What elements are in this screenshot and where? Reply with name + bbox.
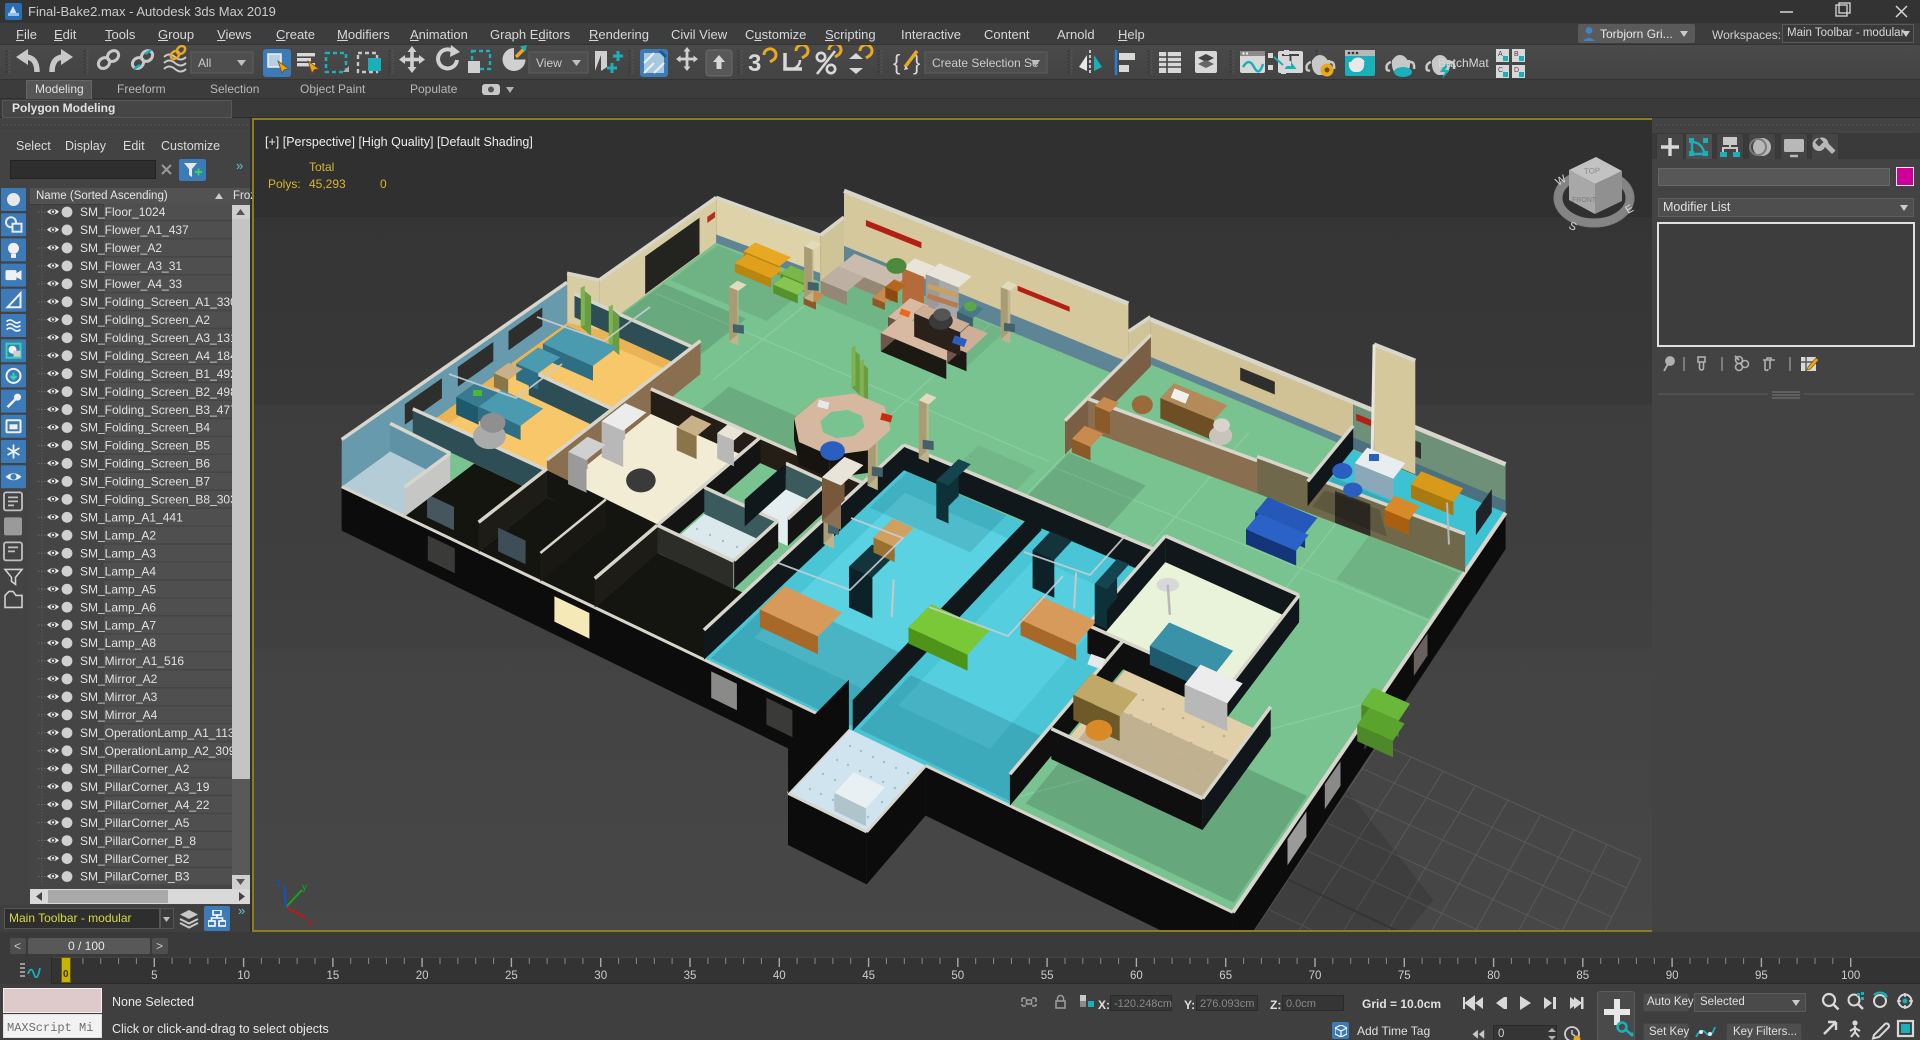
svg-text:SM_Lamp_A3: SM_Lamp_A3 <box>80 546 156 560</box>
svg-text:Total: Total <box>309 160 334 174</box>
svg-text:100: 100 <box>1841 970 1860 982</box>
svg-text:SM_Folding_Screen_B1_492: SM_Folding_Screen_B1_492 <box>80 367 232 381</box>
svg-text:SM_Folding_Screen_A3_131: SM_Folding_Screen_A3_131 <box>80 331 232 345</box>
svg-text:D: D <box>1514 67 1519 74</box>
svg-text:SM_PillarCorner_B2: SM_PillarCorner_B2 <box>80 852 190 866</box>
svg-text:50: 50 <box>951 970 964 982</box>
svg-text:z: z <box>276 878 281 889</box>
svg-text:SM_Folding_Screen_A1_330: SM_Folding_Screen_A1_330 <box>80 295 232 309</box>
svg-text:65: 65 <box>1219 970 1232 982</box>
svg-text:SM_Flower_A1_437: SM_Flower_A1_437 <box>80 223 189 237</box>
svg-text:3: 3 <box>748 50 761 77</box>
svg-text:45: 45 <box>862 970 875 982</box>
svg-text:SM_Flower_A3_31: SM_Flower_A3_31 <box>80 259 182 273</box>
svg-text:40: 40 <box>773 970 786 982</box>
svg-text:A: A <box>1498 51 1503 58</box>
svg-text:SM_Lamp_A2: SM_Lamp_A2 <box>80 528 156 542</box>
svg-text:SM_Mirror_A3: SM_Mirror_A3 <box>80 690 158 704</box>
svg-text:FRONT: FRONT <box>1572 197 1597 204</box>
svg-text:Create Selection Se: Create Selection Se <box>932 56 1039 70</box>
svg-text:SM_Flower_A4_33: SM_Flower_A4_33 <box>80 277 182 291</box>
svg-text:60: 60 <box>1130 970 1143 982</box>
svg-text:15: 15 <box>327 970 340 982</box>
svg-text:80: 80 <box>1487 970 1500 982</box>
svg-text:SM_Lamp_A4: SM_Lamp_A4 <box>80 564 156 578</box>
svg-text:5: 5 <box>151 970 157 982</box>
svg-text:y: y <box>302 882 307 893</box>
svg-text:SM_Flower_A2: SM_Flower_A2 <box>80 241 162 255</box>
svg-text:SM_PillarCorner_A3_19: SM_PillarCorner_A3_19 <box>80 780 210 794</box>
svg-text:55: 55 <box>1041 970 1054 982</box>
svg-text:{: { <box>893 50 900 75</box>
svg-text:35: 35 <box>684 970 697 982</box>
svg-text:View: View <box>536 56 562 70</box>
svg-text:SM_PillarCorner_B3: SM_PillarCorner_B3 <box>80 870 190 884</box>
svg-text:30: 30 <box>594 970 607 982</box>
svg-text:TOP: TOP <box>1584 166 1601 176</box>
svg-text:SM_Folding_Screen_B5: SM_Folding_Screen_B5 <box>80 439 210 453</box>
svg-text:95: 95 <box>1755 970 1768 982</box>
svg-text:70: 70 <box>1309 970 1322 982</box>
svg-text:SM_Folding_Screen_B3_477: SM_Folding_Screen_B3_477 <box>80 403 232 417</box>
svg-text:0: 0 <box>380 177 387 191</box>
svg-text:SM_Folding_Screen_B6: SM_Folding_Screen_B6 <box>80 457 210 471</box>
svg-text:[+] [Perspective] [High Qualit: [+] [Perspective] [High Quality] [Defaul… <box>265 135 533 149</box>
svg-text:90: 90 <box>1666 970 1679 982</box>
svg-text:85: 85 <box>1576 970 1589 982</box>
svg-text:SM_Folding_Screen_B4: SM_Folding_Screen_B4 <box>80 421 210 435</box>
svg-text:SM_Floor_1024: SM_Floor_1024 <box>80 205 166 219</box>
svg-text:C: C <box>1498 67 1503 74</box>
svg-text:SM_PillarCorner_A5: SM_PillarCorner_A5 <box>80 816 190 830</box>
svg-text:45,293: 45,293 <box>309 177 346 191</box>
svg-text:SM_Folding_Screen_A2: SM_Folding_Screen_A2 <box>80 313 210 327</box>
svg-text:SM_Folding_Screen_B8_303: SM_Folding_Screen_B8_303 <box>80 493 232 507</box>
svg-text:Polys:: Polys: <box>268 177 301 191</box>
svg-text:75: 75 <box>1398 970 1411 982</box>
svg-text:SM_PillarCorner_A4_22: SM_PillarCorner_A4_22 <box>80 798 210 812</box>
svg-text:SM_Mirror_A4: SM_Mirror_A4 <box>80 708 158 722</box>
svg-text:20: 20 <box>416 970 429 982</box>
svg-text:SM_PillarCorner_B_8: SM_PillarCorner_B_8 <box>80 834 196 848</box>
svg-text:25: 25 <box>505 970 518 982</box>
svg-text:SM_OperationLamp_A2_309: SM_OperationLamp_A2_309 <box>80 744 232 758</box>
svg-text:SM_Mirror_A2: SM_Mirror_A2 <box>80 672 158 686</box>
svg-text:SM_Mirror_A1_516: SM_Mirror_A1_516 <box>80 654 184 668</box>
svg-text:SM_Lamp_A7: SM_Lamp_A7 <box>80 618 156 632</box>
svg-text:SM_Lamp_A5: SM_Lamp_A5 <box>80 582 156 596</box>
svg-text:SM_Folding_Screen_B7: SM_Folding_Screen_B7 <box>80 475 210 489</box>
svg-text:x: x <box>308 918 313 929</box>
svg-text:B: B <box>1514 51 1519 58</box>
svg-text:SM_Folding_Screen_B2_498: SM_Folding_Screen_B2_498 <box>80 385 232 399</box>
svg-text:10: 10 <box>237 970 250 982</box>
svg-text:SM_PillarCorner_A2: SM_PillarCorner_A2 <box>80 762 190 776</box>
svg-text:SM_OperationLamp_A1_113: SM_OperationLamp_A1_113 <box>80 726 232 740</box>
svg-text:SM_Lamp_A1_441: SM_Lamp_A1_441 <box>80 511 183 525</box>
svg-text:SM_Lamp_A8: SM_Lamp_A8 <box>80 636 156 650</box>
svg-text:SM_Lamp_A6: SM_Lamp_A6 <box>80 600 156 614</box>
svg-text:SM_Folding_Screen_A4_184: SM_Folding_Screen_A4_184 <box>80 349 232 363</box>
